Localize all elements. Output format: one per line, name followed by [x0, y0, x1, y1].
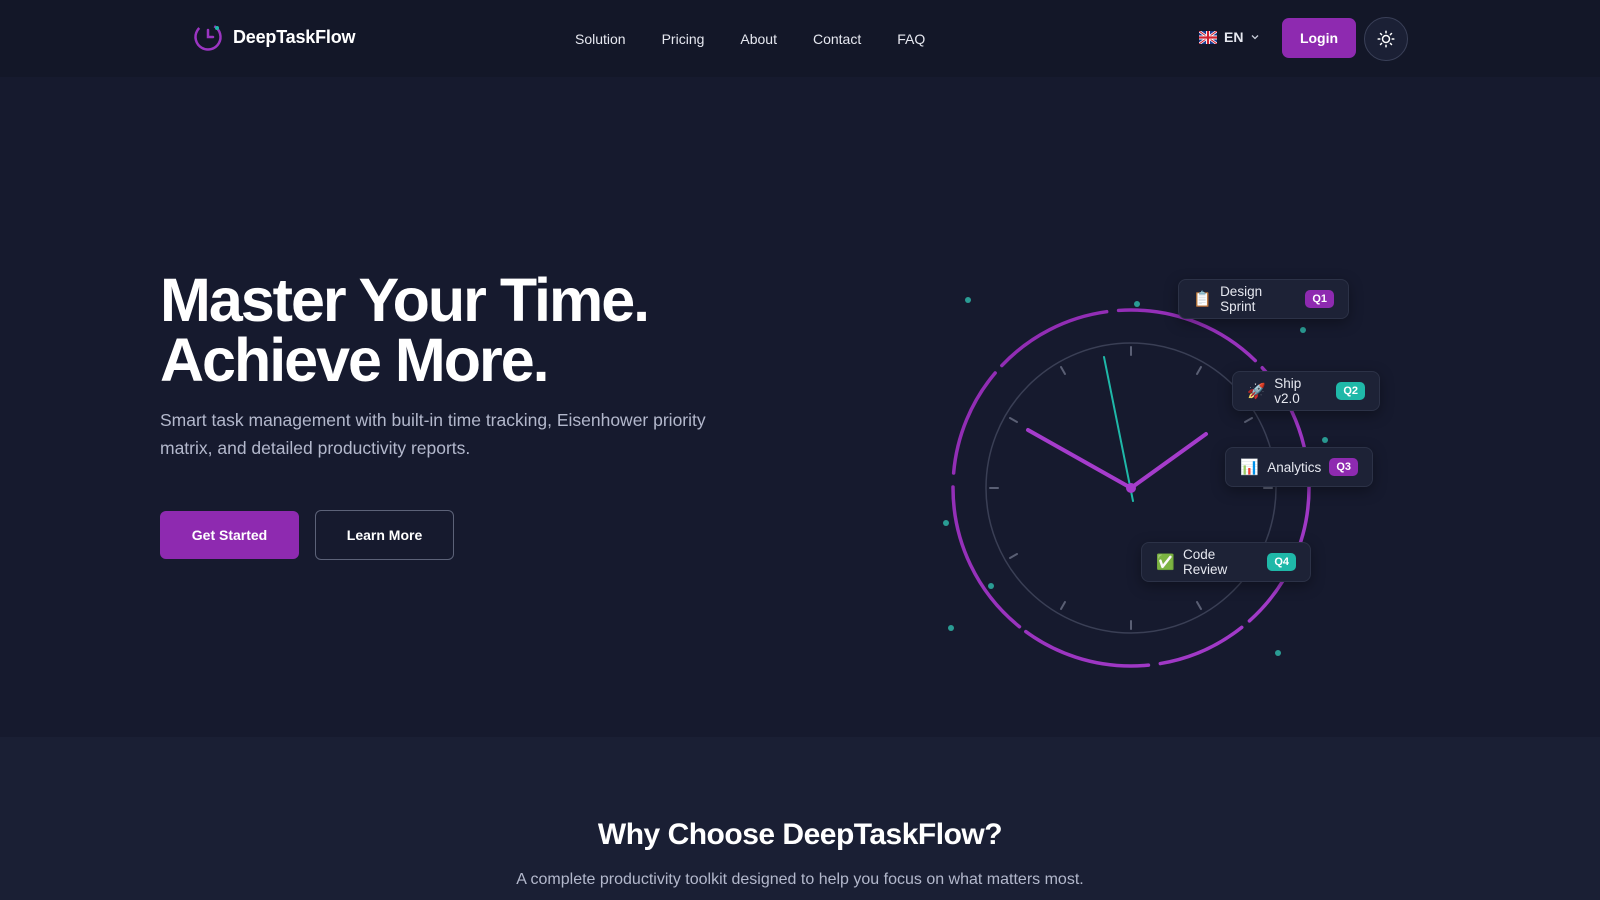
task-chip-analytics[interactable]: 📊 Analytics Q3: [1225, 447, 1373, 487]
nav-link-pricing[interactable]: Pricing: [662, 31, 705, 47]
main-nav: Solution Pricing About Contact FAQ: [575, 0, 961, 77]
features-title: Why Choose DeepTaskFlow?: [597, 818, 1003, 851]
login-button[interactable]: Login: [1282, 18, 1356, 58]
nav-link-faq[interactable]: FAQ: [897, 31, 925, 47]
rocket-icon: 🚀: [1247, 382, 1266, 400]
uk-flag-icon: [1199, 30, 1217, 44]
language-selector[interactable]: EN: [1199, 29, 1260, 45]
quadrant-badge: Q3: [1329, 458, 1358, 476]
clock-hour-hand: [1026, 428, 1133, 490]
hero-subtitle: Smart task management with built-in time…: [160, 410, 706, 458]
task-label: Analytics: [1267, 459, 1322, 475]
task-chip-code-review[interactable]: ✅ Code Review Q4: [1141, 542, 1311, 582]
clock-logo-icon: [194, 23, 222, 51]
top-navbar: DeepTaskFlow Solution Pricing About Cont…: [0, 0, 1600, 77]
clipboard-icon: 📋: [1193, 290, 1212, 308]
hero-title-line-2: Achieve More.: [160, 326, 550, 394]
task-label: Ship v2.0: [1274, 376, 1302, 406]
sun-icon: [1377, 30, 1395, 48]
hero-title: Master Your Time. Achieve More.: [160, 266, 800, 394]
check-icon: ✅: [1156, 553, 1175, 571]
theme-toggle-button[interactable]: [1364, 17, 1408, 61]
clock-illustration: [943, 297, 1328, 668]
language-code: EN: [1224, 29, 1244, 45]
nav-link-solution[interactable]: Solution: [575, 31, 626, 47]
quadrant-badge: Q2: [1336, 382, 1365, 400]
nav-link-about[interactable]: About: [740, 31, 777, 47]
hero-section: Master Your Time. Achieve More. Smart ta…: [0, 77, 1600, 737]
quadrant-badge: Q1: [1305, 290, 1334, 308]
get-started-button[interactable]: Get Started: [160, 511, 299, 559]
clock-center: [1126, 483, 1136, 493]
task-chip-design-sprint[interactable]: 📋 Design Sprint Q1: [1178, 279, 1349, 319]
brand-name: DeepTaskFlow: [233, 26, 356, 47]
nav-link-contact[interactable]: Contact: [813, 31, 861, 47]
learn-more-button[interactable]: Learn More: [315, 510, 454, 560]
clock-minute-hand: [1129, 432, 1208, 490]
chevron-down-icon: [1251, 35, 1259, 40]
features-section: Why Choose DeepTaskFlow? A complete prod…: [0, 737, 1600, 900]
brand-logo[interactable]: DeepTaskFlow: [193, 22, 356, 52]
task-label: Design Sprint: [1220, 284, 1263, 314]
task-chip-ship-v2[interactable]: 🚀 Ship v2.0 Q2: [1232, 371, 1380, 411]
hero-title-line-1: Master Your Time.: [160, 266, 650, 334]
features-subtitle: A complete productivity toolkit designed…: [516, 871, 1084, 888]
quadrant-badge: Q4: [1267, 553, 1296, 571]
task-label: Code Review: [1183, 547, 1228, 577]
bar-chart-icon: 📊: [1240, 458, 1259, 476]
